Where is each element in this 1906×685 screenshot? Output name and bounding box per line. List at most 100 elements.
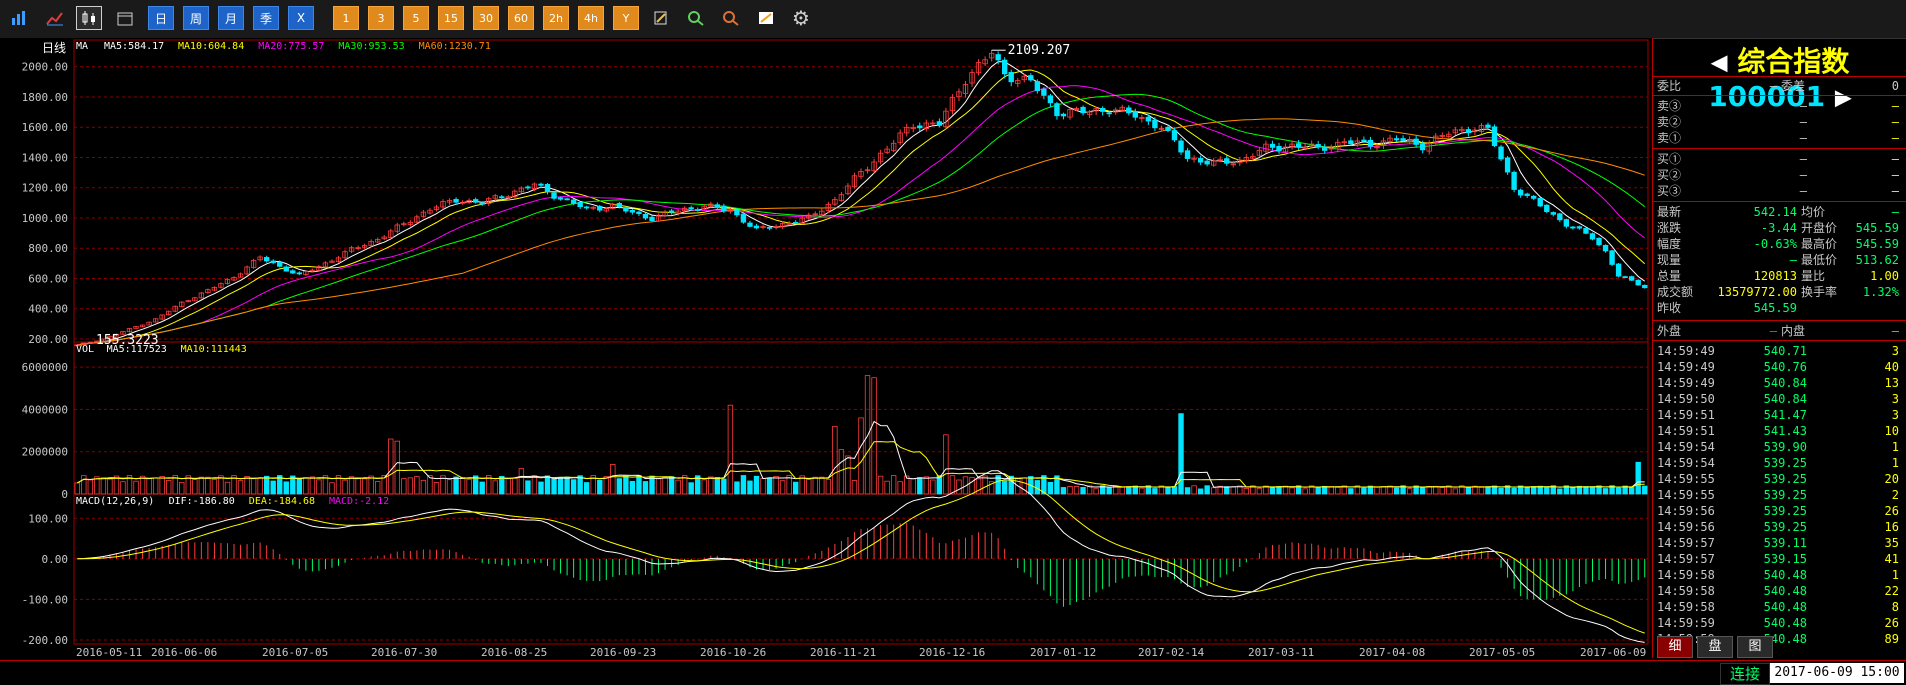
stat-value: 120813 — [1753, 269, 1797, 283]
volume-bar — [1485, 486, 1491, 495]
period-5min-button[interactable]: 5 — [403, 6, 429, 30]
tick-volume: 8 — [1891, 600, 1899, 614]
volume-bar — [753, 475, 760, 495]
date-tick-label: 2016-11-21 — [810, 646, 876, 659]
waipan-label: 外盘 — [1657, 324, 1682, 338]
candle-body — [597, 205, 603, 211]
volume-bar — [499, 475, 505, 495]
macd-legend-item: DEA:-184.68 — [249, 496, 315, 507]
stat-label: 成交额 — [1657, 285, 1694, 299]
ask-row: 卖③ — — — [1657, 98, 1903, 114]
date-tick-label: 2016-07-30 — [371, 646, 437, 659]
neipan-value: — — [1891, 324, 1899, 338]
volume-bar — [1184, 487, 1191, 495]
high-label: 2109.207 — [1008, 43, 1071, 58]
line-chart-icon[interactable] — [42, 6, 68, 30]
volume-bar — [584, 482, 590, 495]
period-quarter-button[interactable]: 季 — [253, 6, 279, 30]
quote-tab-2[interactable]: 图 — [1737, 636, 1773, 658]
volume-bar — [263, 475, 270, 495]
connection-status[interactable]: 连接 — [1720, 663, 1770, 685]
volume-bar — [557, 476, 564, 495]
candle-body — [1008, 71, 1014, 83]
quote-tab-0[interactable]: 细 — [1657, 636, 1693, 658]
period-2h-button[interactable]: 2h — [543, 6, 569, 30]
bar-chart-icon[interactable] — [6, 6, 32, 30]
tick-time: 14:59:50 — [1657, 392, 1715, 406]
volume-bar — [525, 480, 531, 495]
ma-legend-item: MA5:584.17 — [104, 41, 164, 52]
volume-bar — [1361, 487, 1367, 495]
candle-body — [1615, 263, 1622, 277]
period-week-button[interactable]: 周 — [183, 6, 209, 30]
quote-divider — [1653, 201, 1906, 202]
calendar-icon[interactable] — [112, 6, 138, 30]
candle-body — [1413, 138, 1419, 145]
period-year-button[interactable]: X — [288, 6, 314, 30]
stat-label: 现量 — [1657, 253, 1682, 267]
price-tick-label: 400.00 — [28, 303, 68, 316]
volume-bar — [1615, 487, 1622, 495]
volume-bar — [1165, 486, 1171, 495]
volume-bar — [649, 475, 655, 495]
macd-legend-item: MACD:-2.12 — [329, 496, 389, 507]
candle-body — [747, 222, 753, 227]
period-day-button[interactable]: 日 — [148, 6, 174, 30]
candle-body — [557, 197, 564, 200]
date-tick-label: 2017-03-11 — [1248, 646, 1314, 659]
ask-price: — — [1799, 131, 1807, 145]
stat-value: 1.00 — [1870, 269, 1899, 283]
quote-divider — [1653, 320, 1906, 321]
volume-tick-label: 4000000 — [22, 403, 68, 416]
kline-chart[interactable]: 2000.00 1800.00 1600.00 1400.00 1200.00 1000.… — [0, 38, 1652, 660]
candle-body — [1126, 107, 1132, 114]
bid-row: 买② — — — [1657, 167, 1903, 183]
candle-body — [1132, 110, 1138, 118]
period-1min-button[interactable]: 1 — [333, 6, 359, 30]
volume-bar — [721, 478, 727, 495]
draw-line-icon[interactable] — [753, 6, 779, 30]
candle-body — [1602, 244, 1609, 252]
price-tick-label: 200.00 — [28, 333, 68, 346]
tick-volume: 89 — [1884, 632, 1899, 646]
settings-gear-icon[interactable]: ⚙ — [788, 6, 814, 30]
volume-bar — [1197, 488, 1204, 495]
volume-bar — [1276, 486, 1282, 495]
quote-tab-1[interactable]: 盘 — [1697, 636, 1733, 658]
tick-time: 14:59:49 — [1657, 376, 1715, 390]
macd-tick-label: 0.00 — [42, 553, 69, 566]
candle-body — [499, 196, 505, 199]
weicha-label: 委差 — [1781, 79, 1806, 93]
volume-bar — [1106, 487, 1112, 495]
volume-bar — [747, 480, 753, 495]
candle-body — [1080, 106, 1086, 114]
candle-body — [479, 202, 485, 205]
candle-body — [1224, 158, 1230, 164]
period-30min-button[interactable]: 30 — [473, 6, 499, 30]
tick-price: 540.71 — [1763, 344, 1807, 358]
tick-time: 14:59:51 — [1657, 424, 1715, 438]
candle-body — [1622, 276, 1628, 279]
zoom-out-icon[interactable] — [718, 6, 744, 30]
volume-bar — [1602, 488, 1609, 495]
prev-arrow-icon[interactable]: ◀ — [1711, 51, 1728, 76]
period-3min-button[interactable]: 3 — [368, 6, 394, 30]
candle-body — [472, 199, 479, 203]
period-y-button[interactable]: Y — [613, 6, 639, 30]
period-4h-button[interactable]: 4h — [578, 6, 604, 30]
candle-body — [1628, 276, 1635, 281]
volume-bar — [1269, 486, 1276, 495]
candlestick-icon[interactable] — [76, 6, 102, 30]
volume-bar — [1152, 488, 1158, 495]
period-60min-button[interactable]: 60 — [508, 6, 534, 30]
zoom-in-icon[interactable] — [683, 6, 709, 30]
tick-row: 14:59:51 541.47 3 — [1657, 407, 1903, 423]
stat-label: 昨收 — [1657, 301, 1682, 315]
volume-bar — [1047, 481, 1054, 495]
period-15min-button[interactable]: 15 — [438, 6, 464, 30]
candle-body — [1152, 119, 1158, 129]
edit-icon[interactable] — [648, 6, 674, 30]
candle-body — [283, 266, 289, 272]
period-month-button[interactable]: 月 — [218, 6, 244, 30]
ask-row: 卖② — — — [1657, 114, 1903, 130]
